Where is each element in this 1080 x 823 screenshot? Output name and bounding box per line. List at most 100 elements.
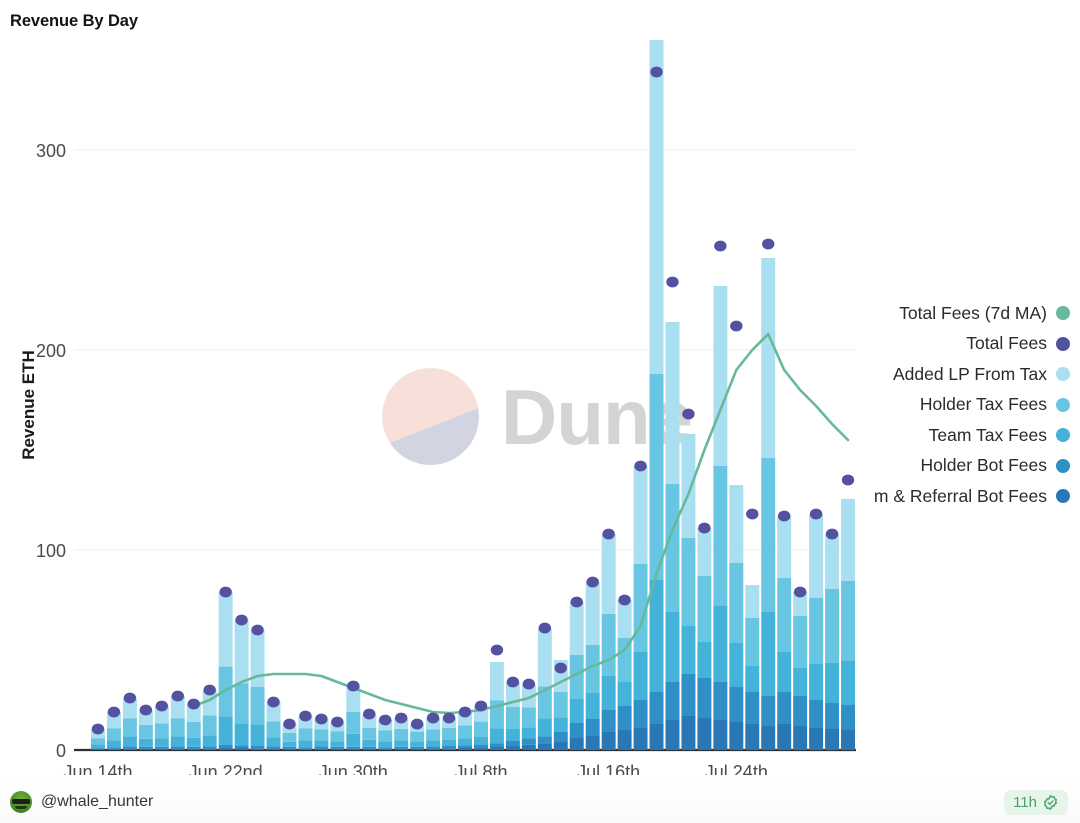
bar-segment[interactable] bbox=[793, 726, 808, 750]
bar-segment[interactable] bbox=[170, 748, 185, 750]
bar-segment[interactable] bbox=[250, 687, 265, 725]
bar-segment[interactable] bbox=[266, 737, 281, 747]
bar-segment[interactable] bbox=[809, 664, 824, 700]
bar-segment[interactable] bbox=[809, 700, 824, 728]
bar-segment[interactable] bbox=[122, 736, 137, 747]
scatter-point[interactable] bbox=[155, 700, 169, 712]
scatter-point[interactable] bbox=[650, 66, 663, 78]
bar-segment[interactable] bbox=[521, 744, 536, 750]
bar-segment[interactable] bbox=[777, 578, 792, 652]
bar-segment[interactable] bbox=[346, 711, 361, 734]
scatter-point[interactable] bbox=[522, 678, 536, 690]
bar-segment[interactable] bbox=[729, 722, 744, 750]
bar-segment[interactable] bbox=[713, 466, 728, 606]
bar-segment[interactable] bbox=[681, 716, 696, 750]
bar-segment[interactable] bbox=[170, 718, 185, 737]
bar-segment[interactable] bbox=[841, 581, 855, 661]
bar-segment[interactable] bbox=[825, 589, 840, 663]
bar-segment[interactable] bbox=[154, 738, 169, 747]
bar-segment[interactable] bbox=[665, 720, 680, 750]
bar-segment[interactable] bbox=[761, 726, 776, 750]
bar-segment[interactable] bbox=[601, 534, 616, 614]
bar-segment[interactable] bbox=[633, 466, 648, 564]
bar-segment[interactable] bbox=[282, 741, 297, 747]
bar-segment[interactable] bbox=[585, 719, 600, 736]
bar-segment[interactable] bbox=[378, 747, 393, 749]
scatter-point[interactable] bbox=[458, 706, 472, 718]
bar-segment[interactable] bbox=[346, 748, 361, 750]
scatter-point[interactable] bbox=[618, 594, 631, 606]
bar-segment[interactable] bbox=[442, 746, 457, 749]
scatter-point[interactable] bbox=[283, 718, 296, 730]
bar-segment[interactable] bbox=[809, 728, 824, 750]
bar-segment[interactable] bbox=[697, 576, 712, 642]
bar-segment[interactable] bbox=[202, 715, 217, 736]
bar-segment[interactable] bbox=[697, 642, 712, 678]
scatter-point[interactable] bbox=[219, 586, 232, 598]
bar-segment[interactable] bbox=[537, 736, 552, 744]
bar-segment[interactable] bbox=[729, 485, 744, 563]
scatter-point[interactable] bbox=[762, 238, 775, 250]
bar-segment[interactable] bbox=[234, 748, 249, 750]
bar-segment[interactable] bbox=[521, 738, 536, 745]
legend-item[interactable]: Holder Tax Fees bbox=[860, 394, 1070, 416]
bar-segment[interactable] bbox=[761, 458, 776, 612]
bar-segment[interactable] bbox=[362, 727, 377, 740]
scatter-point[interactable] bbox=[123, 692, 137, 704]
bar-segment[interactable] bbox=[234, 620, 249, 684]
bar-segment[interactable] bbox=[553, 742, 568, 750]
bar-segment[interactable] bbox=[282, 748, 297, 750]
bar-segment[interactable] bbox=[442, 739, 457, 746]
legend-item[interactable]: Team & Referral Bot Fees bbox=[860, 485, 1070, 507]
bar-segment[interactable] bbox=[202, 746, 217, 749]
scatter-point[interactable] bbox=[139, 704, 153, 716]
bar-segment[interactable] bbox=[489, 747, 504, 750]
bar-segment[interactable] bbox=[729, 687, 744, 722]
bar-segment[interactable] bbox=[617, 682, 632, 706]
bar-segment[interactable] bbox=[314, 729, 329, 741]
bar-segment[interactable] bbox=[649, 692, 664, 724]
bar-segment[interactable] bbox=[474, 747, 488, 750]
bar-segment[interactable] bbox=[378, 748, 393, 750]
scatter-point[interactable] bbox=[714, 240, 727, 252]
bar-segment[interactable] bbox=[410, 748, 425, 750]
bar-segment[interactable] bbox=[458, 725, 472, 739]
bar-segment[interactable] bbox=[793, 696, 808, 726]
bar-segment[interactable] bbox=[122, 748, 137, 750]
scatter-point[interactable] bbox=[554, 662, 567, 674]
bar-segment[interactable] bbox=[394, 728, 409, 741]
bar-segment[interactable] bbox=[186, 748, 201, 750]
bar-segment[interactable] bbox=[106, 728, 121, 741]
bar-segment[interactable] bbox=[330, 748, 345, 750]
bar-segment[interactable] bbox=[298, 740, 313, 748]
bar-segment[interactable] bbox=[537, 628, 552, 687]
scatter-point[interactable] bbox=[379, 714, 392, 726]
bar-segment[interactable] bbox=[729, 643, 744, 687]
scatter-point[interactable] bbox=[410, 718, 424, 730]
bar-segment[interactable] bbox=[234, 723, 249, 746]
bar-segment[interactable] bbox=[426, 746, 441, 749]
bar-segment[interactable] bbox=[649, 580, 664, 692]
bar-segment[interactable] bbox=[138, 724, 153, 739]
scatter-point[interactable] bbox=[841, 474, 855, 486]
bar-segment[interactable] bbox=[138, 738, 153, 747]
scatter-point[interactable] bbox=[251, 624, 264, 636]
bar-segment[interactable] bbox=[202, 735, 217, 747]
bar-segment[interactable] bbox=[553, 732, 568, 742]
bar-segment[interactable] bbox=[426, 740, 441, 747]
scatter-point[interactable] bbox=[171, 690, 184, 702]
bar-segment[interactable] bbox=[745, 618, 760, 666]
bar-segment[interactable] bbox=[585, 736, 600, 750]
scatter-point[interactable] bbox=[474, 700, 488, 712]
bar-segment[interactable] bbox=[474, 721, 488, 737]
bar-segment[interactable] bbox=[569, 738, 584, 750]
scatter-point[interactable] bbox=[682, 408, 695, 420]
bar-segment[interactable] bbox=[505, 746, 520, 750]
bar-segment[interactable] bbox=[314, 746, 329, 749]
bar-segment[interactable] bbox=[825, 729, 840, 750]
bar-segment[interactable] bbox=[841, 661, 855, 705]
scatter-point[interactable] bbox=[666, 276, 679, 288]
scatter-point[interactable] bbox=[634, 460, 647, 472]
bar-segment[interactable] bbox=[282, 732, 297, 742]
bar-segment[interactable] bbox=[489, 728, 504, 744]
